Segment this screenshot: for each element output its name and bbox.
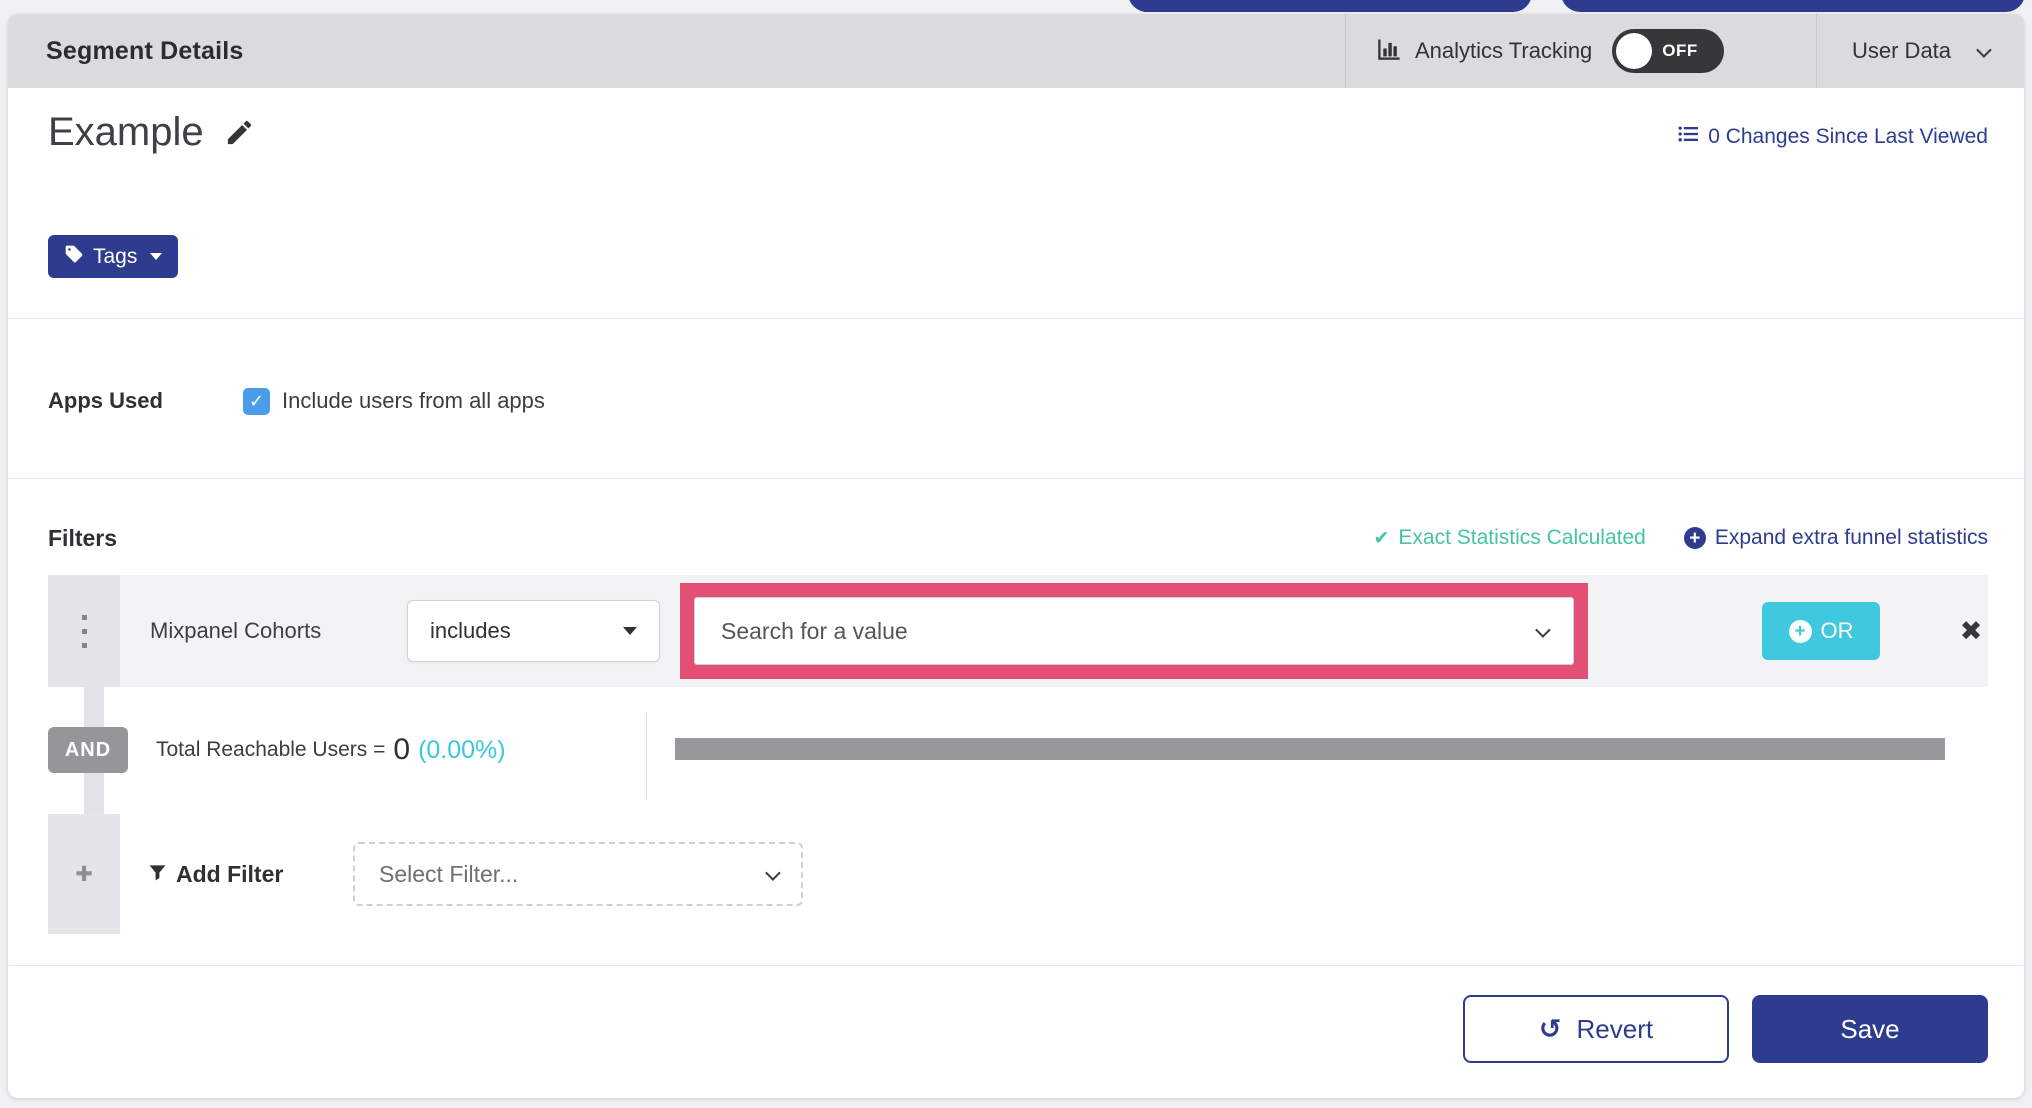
add-filter-label: Add Filter	[176, 860, 284, 887]
top-cutoff-button-left[interactable]	[1128, 0, 1532, 12]
revert-arrow-icon: ↺	[1538, 1013, 1562, 1045]
header-divider	[1816, 14, 1817, 88]
tags-button[interactable]: Tags	[48, 235, 179, 278]
remove-filter-button[interactable]: ✖	[1936, 575, 2006, 687]
section-divider	[8, 478, 2024, 479]
or-button-label: OR	[1820, 618, 1854, 643]
chevron-down-icon	[1535, 621, 1551, 638]
exact-statistics-label: Exact Statistics Calculated	[1398, 526, 1646, 549]
total-reachable-percent: (0.00%)	[418, 735, 506, 764]
section-divider	[8, 318, 2024, 319]
apps-used-label: Apps Used	[48, 388, 163, 413]
pencil-icon	[227, 120, 251, 145]
close-icon: ✖	[1959, 615, 1983, 647]
plus-circle-icon: +	[1788, 619, 1812, 643]
changes-link-label: 0 Changes Since Last Viewed	[1708, 125, 1988, 148]
analytics-tracking-group: Analytics Tracking OFF	[1376, 14, 1725, 88]
user-data-dropdown[interactable]: User Data	[1852, 14, 1992, 88]
changes-since-last-viewed-link[interactable]: 0 Changes Since Last Viewed	[1677, 124, 1988, 150]
operator-select[interactable]: includes	[407, 600, 660, 662]
check-icon: ✔	[1373, 527, 1390, 549]
apps-used-row: Apps Used ✓ Include users from all apps	[48, 384, 545, 418]
highlight-outline: Search for a value	[680, 583, 1588, 679]
total-reachable-value: 0	[393, 733, 411, 766]
add-filter-label-group: Add Filter	[148, 814, 283, 934]
save-button-label: Save	[1840, 1013, 1900, 1044]
page-title: Segment Details	[46, 36, 244, 65]
exact-statistics-status: ✔ Exact Statistics Calculated	[1373, 526, 1645, 550]
plus-icon: ✚	[75, 862, 93, 886]
drag-dot	[81, 614, 87, 620]
include-all-apps-label: Include users from all apps	[282, 388, 545, 413]
total-reachable-line: Total Reachable Users = 0 (0.00%)	[156, 727, 506, 773]
bar-chart-icon	[1376, 35, 1403, 68]
value-search-select[interactable]: Search for a value	[694, 597, 1574, 665]
filters-status-links: ✔ Exact Statistics Calculated + Expand e…	[1373, 526, 1988, 550]
add-or-condition-button[interactable]: + OR	[1762, 602, 1880, 660]
add-filter-plus-handle[interactable]: ✚	[48, 814, 120, 934]
toggle-state-label: OFF	[1662, 41, 1698, 60]
revert-button-label: Revert	[1576, 1013, 1654, 1044]
edit-name-button[interactable]	[224, 117, 256, 149]
chevron-down-icon	[765, 864, 781, 881]
toggle-knob	[1616, 33, 1653, 69]
filters-heading: Filters	[48, 525, 118, 551]
funnel-icon	[148, 861, 167, 888]
vertical-divider	[646, 712, 647, 800]
select-filter-placeholder: Select Filter...	[379, 860, 519, 887]
change-list-icon	[1677, 124, 1699, 150]
operator-value: includes	[430, 618, 511, 643]
caret-down-icon	[623, 627, 637, 635]
chevron-down-icon	[1976, 41, 1992, 58]
top-cutoff-button-right[interactable]	[1561, 0, 2025, 12]
user-data-label: User Data	[1852, 38, 1952, 63]
include-all-apps-checkbox[interactable]: ✓	[243, 387, 270, 415]
and-conjunction-badge: AND	[48, 727, 128, 773]
tag-icon	[64, 244, 84, 270]
select-filter-dropdown[interactable]: Select Filter...	[353, 842, 803, 906]
card-header: Segment Details Analytics Tracking OFF U…	[8, 14, 2024, 88]
caret-down-icon	[150, 253, 163, 260]
revert-button[interactable]: ↺ Revert	[1463, 995, 1729, 1063]
checkmark-icon: ✓	[248, 390, 265, 412]
filter-field-label: Mixpanel Cohorts	[150, 618, 322, 643]
drag-dot	[81, 628, 87, 634]
drag-dot	[81, 642, 87, 648]
tags-button-label: Tags	[93, 244, 138, 268]
analytics-tracking-label: Analytics Tracking	[1415, 38, 1593, 63]
analytics-tracking-toggle[interactable]: OFF	[1612, 29, 1725, 73]
expand-funnel-statistics-link[interactable]: + Expand extra funnel statistics	[1683, 526, 1988, 550]
segment-name: Example	[48, 110, 204, 154]
header-divider	[1345, 14, 1346, 88]
expand-funnel-label: Expand extra funnel statistics	[1714, 526, 1988, 549]
plus-circle-icon: +	[1683, 527, 1706, 549]
total-reachable-label: Total Reachable Users =	[156, 738, 386, 761]
add-filter-row: ✚ Add Filter Select Filter...	[48, 814, 1988, 934]
filter-row: Mixpanel Cohorts includes Search for a v…	[48, 575, 1988, 687]
segment-title-row: Example	[48, 110, 256, 155]
save-button[interactable]: Save	[1752, 995, 1988, 1063]
value-placeholder: Search for a value	[721, 617, 908, 644]
reachable-users-bar	[675, 738, 1945, 760]
drag-handle[interactable]	[48, 575, 120, 687]
segment-details-card: Segment Details Analytics Tracking OFF U…	[8, 14, 2024, 1098]
footer-divider	[8, 965, 2024, 966]
